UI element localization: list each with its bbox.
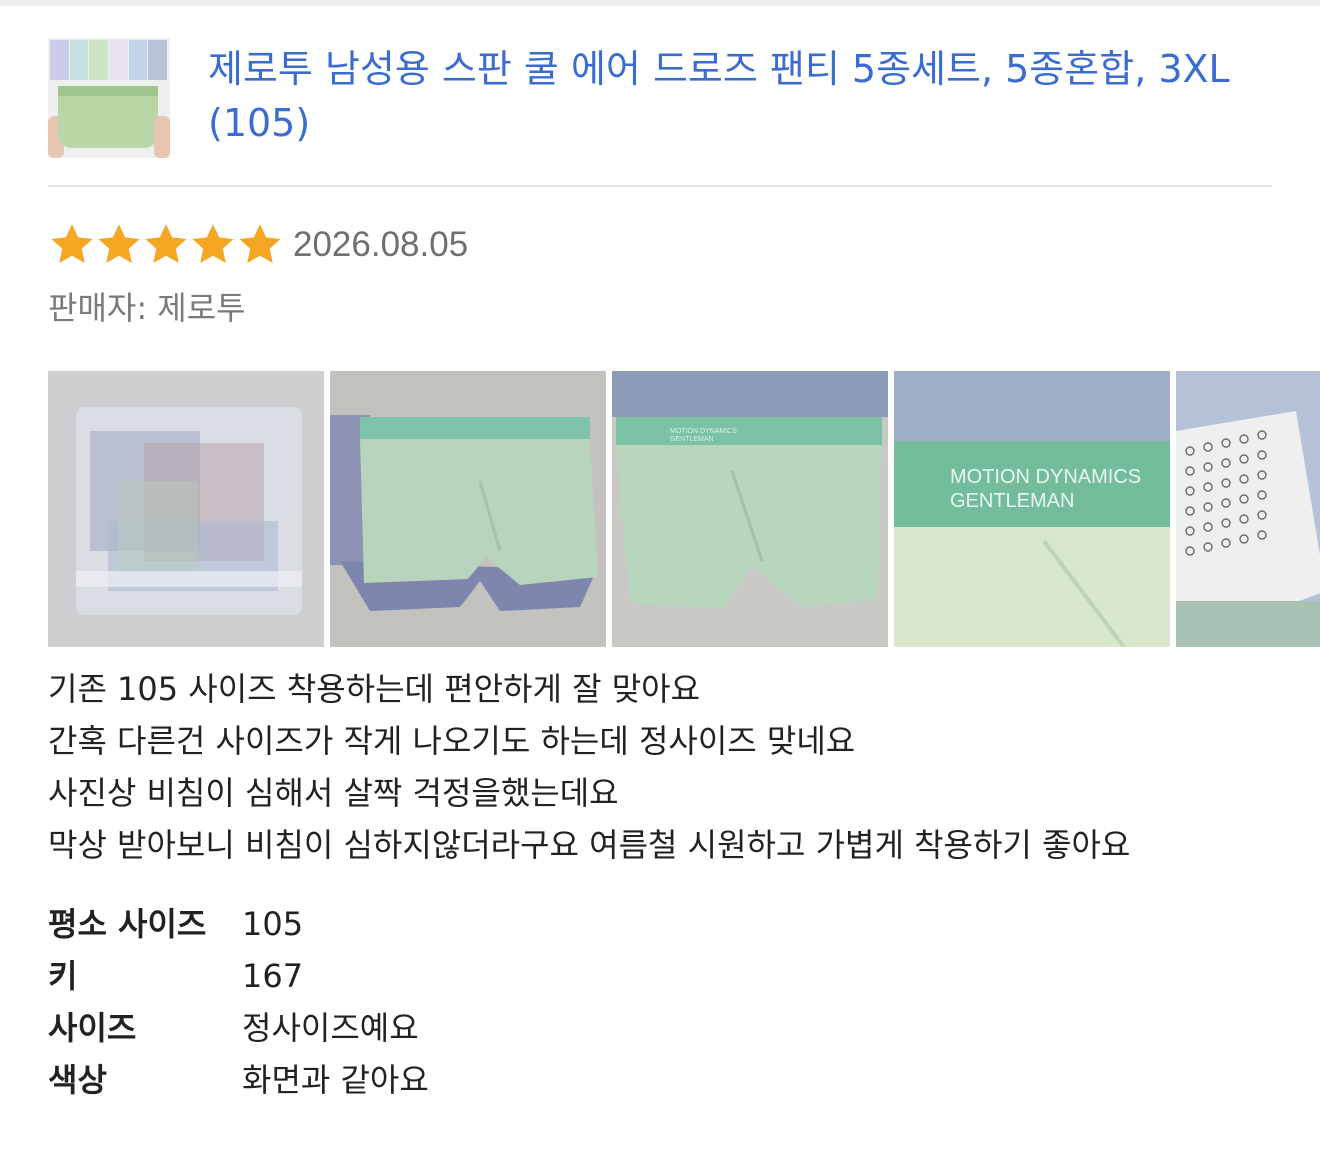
green-briefs-flat-image bbox=[330, 371, 606, 647]
review-attributes: 평소 사이즈 105 키 167 사이즈 정사이즈예요 색상 화면과 같아요 bbox=[48, 898, 748, 1106]
review-body: 기존 105 사이즈 착용하는데 편안하게 잘 맞아요 간혹 다른건 사이즈가 … bbox=[48, 663, 1288, 871]
color-swatch-4 bbox=[109, 40, 128, 80]
star-rating bbox=[48, 221, 283, 269]
attr-value: 105 bbox=[242, 905, 304, 943]
hand-right bbox=[154, 116, 170, 158]
color-swatch-1 bbox=[50, 40, 69, 80]
attr-key: 사이즈 bbox=[48, 1009, 137, 1047]
seller-label: 판매자: 제로투 bbox=[48, 289, 246, 327]
svg-text:GENTLEMAN: GENTLEMAN bbox=[670, 436, 714, 443]
star-icon bbox=[98, 224, 140, 263]
star-icon bbox=[239, 224, 281, 263]
color-swatch-2 bbox=[69, 40, 89, 80]
review-line-2: 간혹 다른건 사이즈가 작게 나오기도 하는데 정사이즈 맞네요 bbox=[48, 722, 856, 760]
star-icon bbox=[51, 224, 93, 263]
review-photo-2[interactable] bbox=[330, 371, 606, 647]
svg-text:GENTLEMAN: GENTLEMAN bbox=[950, 490, 1074, 512]
attr-key: 색상 bbox=[48, 1061, 107, 1099]
review-photo-4[interactable]: MOTION DYNAMICS GENTLEMAN bbox=[894, 371, 1170, 647]
attr-value: 정사이즈예요 bbox=[242, 1009, 419, 1047]
waistband-closeup-image: MOTION DYNAMICS GENTLEMAN bbox=[894, 371, 1170, 647]
top-strip bbox=[0, 0, 1320, 6]
product-header: 제로투 남성용 스판 쿨 에어 드로즈 팬티 5종세트, 5종혼합, 3XL (… bbox=[48, 38, 1272, 162]
review-photo-3[interactable]: MOTION DYNAMICS GENTLEMAN bbox=[612, 371, 888, 647]
attr-key: 키 bbox=[48, 957, 78, 995]
svg-text:MOTION DYNAMICS: MOTION DYNAMICS bbox=[670, 428, 737, 435]
packaged-bag-image bbox=[48, 371, 324, 647]
attr-row-size: 사이즈 정사이즈예요 bbox=[48, 1002, 748, 1054]
color-swatch-6 bbox=[148, 40, 168, 80]
attr-value: 167 bbox=[242, 957, 304, 995]
attr-row-height: 키 167 bbox=[48, 950, 748, 1002]
star-icon bbox=[192, 224, 234, 263]
attr-row-color: 색상 화면과 같아요 bbox=[48, 1054, 748, 1106]
attr-row-usual-size: 평소 사이즈 105 bbox=[48, 898, 748, 950]
review-photo-5[interactable] bbox=[1176, 371, 1320, 647]
review-date: 2026.08.05 bbox=[293, 225, 469, 264]
attr-value: 화면과 같아요 bbox=[242, 1061, 429, 1099]
pattern-fabric-image bbox=[1176, 371, 1320, 647]
svg-text:MOTION DYNAMICS: MOTION DYNAMICS bbox=[950, 466, 1141, 488]
product-title-link[interactable]: 제로투 남성용 스판 쿨 에어 드로즈 팬티 5종세트, 5종혼합, 3XL (… bbox=[208, 42, 1272, 150]
review-photo-1[interactable] bbox=[48, 371, 324, 647]
color-swatch-5 bbox=[128, 40, 148, 80]
photo-strip: MOTION DYNAMICS GENTLEMAN MOTION DYNAMIC… bbox=[48, 371, 1320, 647]
green-briefs-front-image: MOTION DYNAMICS GENTLEMAN bbox=[612, 371, 888, 647]
rating-row: 2026.08.05 bbox=[48, 220, 468, 270]
brief-illustration bbox=[58, 86, 158, 148]
review-line-1: 기존 105 사이즈 착용하는데 편안하게 잘 맞아요 bbox=[48, 670, 701, 708]
color-stack bbox=[50, 40, 168, 80]
review-line-3: 사진상 비침이 심해서 살짝 걱정을했는데요 bbox=[48, 774, 619, 812]
star-icon bbox=[145, 224, 187, 263]
color-swatch-3 bbox=[89, 40, 109, 80]
review-line-4: 막상 받아보니 비침이 심하지않더라구요 여름철 시원하고 가볍게 착용하기 좋… bbox=[48, 826, 1131, 864]
divider bbox=[48, 185, 1272, 187]
attr-key: 평소 사이즈 bbox=[48, 905, 207, 943]
product-thumbnail[interactable] bbox=[48, 38, 170, 158]
